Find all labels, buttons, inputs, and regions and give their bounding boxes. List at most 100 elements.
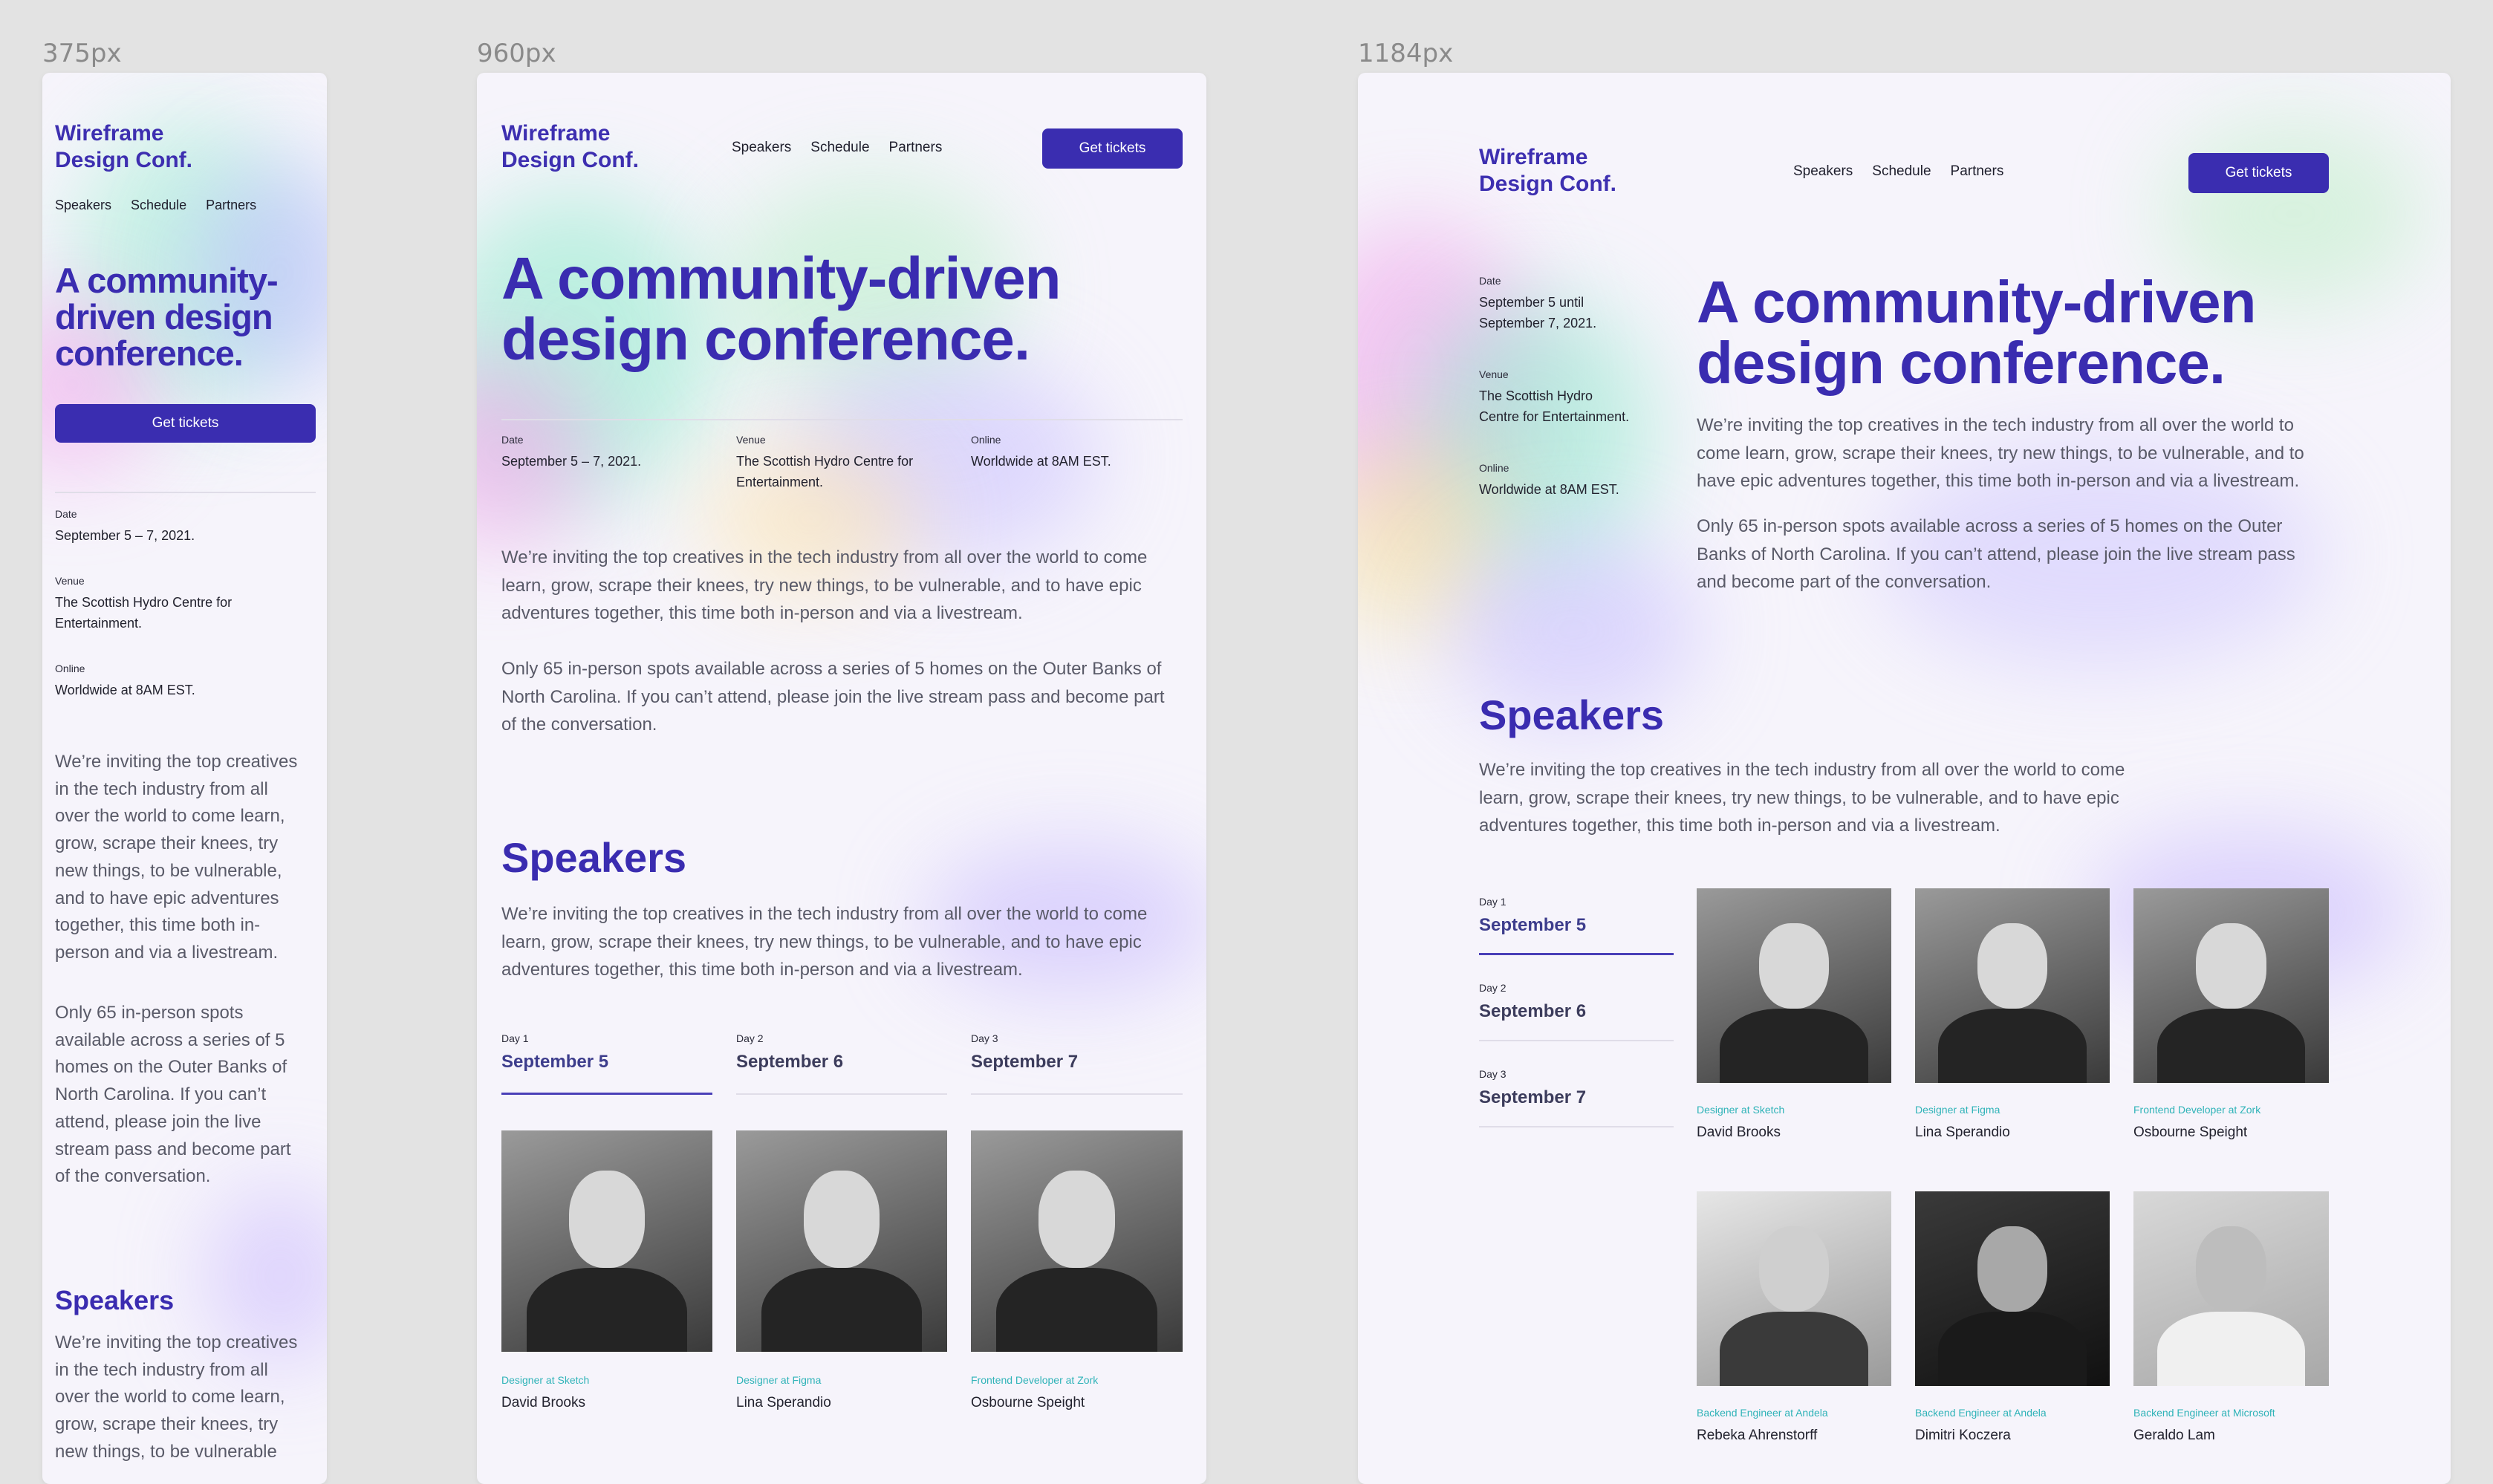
brand-line1: Wireframe (1479, 145, 1588, 169)
brand-logo[interactable]: Wireframe Design Conf. (1479, 144, 1616, 198)
tab-day-2[interactable]: Day 2 September 6 (1479, 982, 1674, 1041)
intro-paragraph: We’re inviting the top creatives in the … (501, 547, 1148, 624)
nav-speakers[interactable]: Speakers (1793, 163, 1853, 180)
speaker-photo[interactable] (501, 1130, 712, 1352)
date-label: Date (55, 508, 77, 520)
online-value: Worldwide at 8AM EST. (55, 683, 195, 697)
mobile-frame: Wireframe Design Conf. Speakers Schedule… (42, 73, 327, 1484)
tab-day-1[interactable]: Day 1 September 5 (501, 1032, 712, 1095)
speaker-name[interactable]: Dimitri Koczera (1915, 1428, 2011, 1444)
speaker-photo[interactable] (971, 1130, 1183, 1352)
tab-date: September 6 (736, 1052, 844, 1072)
speaker-role: Designer at Sketch (501, 1374, 590, 1386)
get-tickets-button[interactable]: Get tickets (1042, 128, 1183, 169)
nav-speakers[interactable]: Speakers (732, 140, 791, 156)
nav-partners[interactable]: Partners (1951, 163, 2004, 180)
speaker-name[interactable]: Rebeka Ahrenstorff (1697, 1428, 1817, 1444)
brand-logo[interactable]: Wireframe Design Conf. (55, 120, 192, 174)
speaker-photo[interactable] (1915, 888, 2110, 1083)
hero-line2: driven design (55, 296, 273, 336)
speaker-name[interactable]: David Brooks (501, 1395, 585, 1411)
speaker-role: Designer at Figma (736, 1374, 822, 1386)
date-label: Date (501, 434, 524, 446)
date-value: September 5 – 7, 2021. (501, 454, 642, 469)
speaker-name[interactable]: Lina Sperandio (736, 1395, 831, 1411)
spots-paragraph: Only 65 in-person spots available across… (1697, 516, 2295, 593)
venue-label: Venue (55, 575, 85, 587)
date-value-line2: September 7, 2021. (1479, 315, 1597, 331)
hero-line2: design conference. (1697, 329, 2226, 396)
online-label: Online (971, 434, 1001, 446)
info-venue: Venue The Scottish Hydro Centre for Ente… (55, 575, 232, 634)
venue-line2: Entertainment. (55, 615, 143, 631)
venue-line1: The Scottish Hydro (1479, 388, 1593, 403)
hero-line2: design conference. (501, 305, 1030, 372)
brand-logo[interactable]: Wireframe Design Conf. (501, 120, 639, 174)
online-value: Worldwide at 8AM EST. (971, 454, 1111, 469)
speakers-intro: We’re inviting the top creatives in the … (501, 904, 1148, 980)
speaker-name[interactable]: Geraldo Lam (2133, 1428, 2215, 1444)
frame-label-desktop: 1184px (1358, 39, 1454, 68)
speaker-name[interactable]: Lina Sperandio (1915, 1125, 2010, 1141)
venue-line2: Centre for Entertainment. (1479, 409, 1630, 424)
tab-date: September 6 (1479, 1001, 1587, 1021)
tab-day-label: Day 2 (1479, 982, 1506, 994)
nav-speakers[interactable]: Speakers (55, 198, 111, 213)
venue-label: Venue (736, 434, 766, 446)
nav-schedule[interactable]: Schedule (810, 140, 869, 156)
tab-day-1[interactable]: Day 1 September 5 (1479, 896, 1674, 955)
brand-line2: Design Conf. (1479, 172, 1616, 196)
speaker-role: Designer at Figma (1915, 1104, 2000, 1116)
date-value-line1: September 5 until (1479, 295, 1584, 310)
info-online: Online Worldwide at 8AM EST. (55, 663, 195, 701)
speakers-intro: We’re inviting the top creatives in the … (55, 1332, 298, 1462)
venue-line2: Entertainment. (736, 474, 824, 489)
speaker-photo[interactable] (1697, 1191, 1891, 1386)
intro-paragraph: We’re inviting the top creatives in the … (1697, 415, 2304, 492)
hero-line3: conference. (55, 333, 244, 373)
hero-title: A community-driven design conference. (501, 245, 1061, 372)
hero-line1: A community-driven (501, 245, 1061, 311)
tab-day-2[interactable]: Day 2 September 6 (736, 1032, 947, 1095)
hero-title: A community- driven design conference. (55, 261, 279, 373)
get-tickets-button[interactable]: Get tickets (55, 404, 316, 443)
nav-partners[interactable]: Partners (206, 198, 256, 213)
tablet-frame: Wireframe Design Conf. Speakers Schedule… (477, 73, 1206, 1484)
speaker-name[interactable]: Osbourne Speight (971, 1395, 1085, 1411)
brand-line2: Design Conf. (55, 148, 192, 172)
nav-partners[interactable]: Partners (889, 140, 943, 156)
speaker-photo[interactable] (1697, 888, 1891, 1083)
tab-day-label: Day 1 (501, 1032, 529, 1044)
mobile-nav: Speakers Schedule Partners (55, 198, 256, 213)
speaker-role: Designer at Sketch (1697, 1104, 1785, 1116)
tab-date: September 7 (1479, 1087, 1587, 1107)
frame-label-mobile: 375px (42, 39, 122, 68)
nav-schedule[interactable]: Schedule (1872, 163, 1931, 180)
speaker-name[interactable]: David Brooks (1697, 1125, 1781, 1141)
tab-day-3[interactable]: Day 3 September 7 (1479, 1068, 1674, 1127)
speaker-photo[interactable] (736, 1130, 947, 1352)
tab-day-label: Day 1 (1479, 896, 1506, 908)
venue-line1: The Scottish Hydro Centre for (55, 595, 233, 610)
speakers-heading: Speakers (501, 834, 687, 881)
info-date: Date September 5 until September 7, 2021… (1479, 275, 1596, 334)
speaker-role: Frontend Developer at Zork (2133, 1104, 2261, 1116)
speakers-heading: Speakers (55, 1285, 175, 1315)
tab-day-label: Day 2 (736, 1032, 764, 1044)
info-venue: Venue The Scottish Hydro Centre for Ente… (736, 434, 913, 493)
hero-line1: A community- (55, 261, 279, 300)
hero-title: A community-driven design conference. (1697, 272, 2256, 396)
tab-day-3[interactable]: Day 3 September 7 (971, 1032, 1183, 1095)
speaker-photo[interactable] (2133, 1191, 2329, 1386)
date-label: Date (1479, 275, 1501, 287)
get-tickets-button[interactable]: Get tickets (2188, 153, 2329, 193)
brand-line1: Wireframe (55, 121, 164, 146)
tab-date: September 5 (1479, 915, 1587, 935)
speaker-role: Frontend Developer at Zork (971, 1374, 1099, 1386)
frame-label-tablet: 960px (477, 39, 556, 68)
speaker-photo[interactable] (1915, 1191, 2110, 1386)
speaker-name[interactable]: Osbourne Speight (2133, 1125, 2247, 1141)
nav-schedule[interactable]: Schedule (131, 198, 186, 213)
speaker-photo[interactable] (2133, 888, 2329, 1083)
info-online: Online Worldwide at 8AM EST. (1479, 462, 1619, 501)
